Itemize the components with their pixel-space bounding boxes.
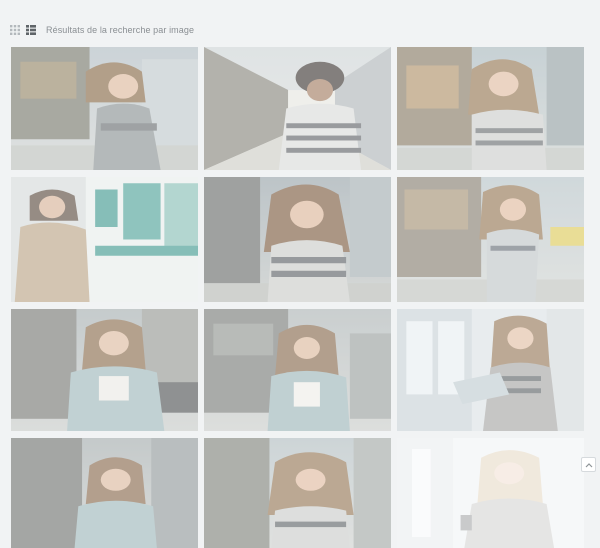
- result-image-1[interactable]: [11, 47, 198, 170]
- result-photo: [11, 47, 198, 170]
- result-photo: [11, 438, 198, 548]
- result-photo: [204, 309, 391, 431]
- results-header: Résultats de la recherche par image: [10, 22, 194, 38]
- scroll-to-top-button[interactable]: [581, 457, 596, 472]
- page-title: Résultats de la recherche par image: [46, 25, 195, 35]
- result-image-10[interactable]: [11, 438, 198, 548]
- result-image-11[interactable]: [204, 438, 391, 548]
- result-photo: [397, 177, 584, 302]
- result-photo: [204, 438, 391, 548]
- result-image-3[interactable]: [397, 47, 584, 170]
- result-image-9[interactable]: [397, 309, 584, 431]
- result-photo: [397, 47, 584, 170]
- result-image-2[interactable]: [204, 47, 391, 170]
- chevron-up-icon: [585, 462, 593, 468]
- result-photo: [11, 309, 198, 431]
- result-photo: [397, 309, 584, 431]
- result-photo: [204, 47, 391, 170]
- list-view-icon[interactable]: [26, 25, 36, 35]
- result-photo: [11, 177, 198, 302]
- result-image-8[interactable]: [204, 309, 391, 431]
- grid-view-icon[interactable]: [10, 25, 20, 35]
- result-photo: [204, 177, 391, 302]
- result-image-5[interactable]: [204, 177, 391, 302]
- result-image-6[interactable]: [397, 177, 584, 302]
- result-photo: [397, 438, 584, 548]
- result-image-12[interactable]: [397, 438, 584, 548]
- result-image-7[interactable]: [11, 309, 198, 431]
- image-results-grid: [11, 47, 585, 548]
- result-image-4[interactable]: [11, 177, 198, 302]
